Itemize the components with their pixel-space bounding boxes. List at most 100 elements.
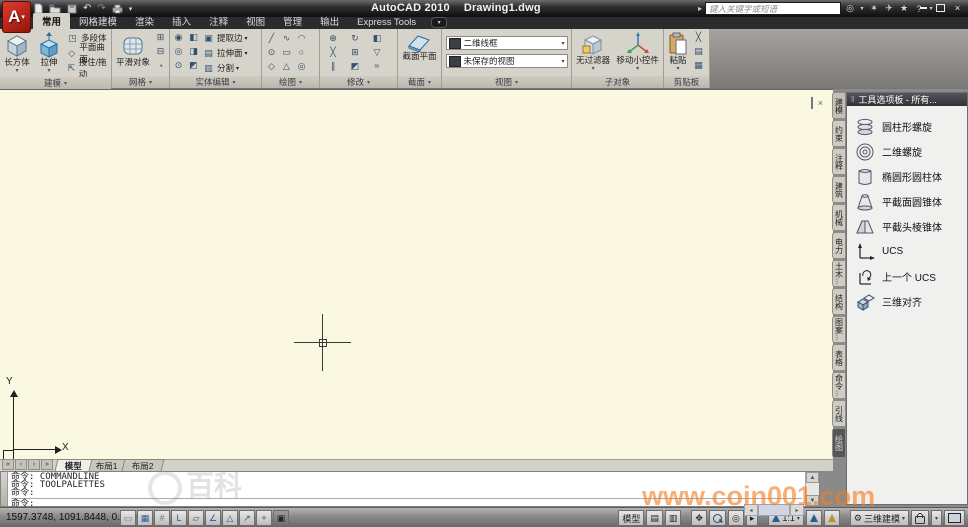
ellipse-tool-icon[interactable]: ○ — [295, 46, 308, 59]
model-space-button[interactable]: 模型 — [618, 510, 644, 526]
tab-insert[interactable]: 插入 — [163, 13, 200, 29]
last-layout-icon[interactable]: » — [41, 459, 53, 470]
palette-tab-leaders[interactable]: 引线 — [832, 400, 845, 427]
named-view-select[interactable]: 未保存的视图 ▾ — [446, 54, 568, 68]
search-input[interactable] — [705, 2, 841, 15]
palette-tab-draw[interactable]: 绘图 — [832, 428, 845, 458]
dynamic-input-toggle[interactable]: ▣ — [273, 510, 289, 526]
hatch-tool-icon[interactable]: △ — [280, 60, 293, 73]
mirror-tool-icon[interactable]: ▽ — [371, 46, 384, 59]
grid-display-toggle[interactable]: # — [154, 510, 170, 526]
tab-model-space[interactable]: 模型 — [55, 459, 93, 471]
qat-customize-icon[interactable]: ▾ — [129, 5, 133, 13]
tab-mesh-modeling[interactable]: 网格建模 — [70, 13, 126, 29]
rectangle-tool-icon[interactable]: ▭ — [280, 46, 293, 59]
zoom-icon[interactable] — [709, 510, 726, 526]
palette-item-pyramid-frustum[interactable]: 平截头棱锥体 — [847, 214, 967, 239]
tab-annotate[interactable]: 注释 — [200, 13, 237, 29]
scrollbar-thumb[interactable] — [758, 504, 790, 516]
tab-layout2[interactable]: 布局2 — [121, 459, 164, 471]
minimize-button[interactable] — [917, 2, 930, 13]
palette-tab-architectural[interactable]: 建筑 — [832, 176, 845, 203]
clean-screen-button[interactable] — [944, 510, 965, 526]
search-expand-icon[interactable]: ▸ — [698, 4, 702, 13]
mesh-refine-icon[interactable]: ⊞ — [154, 31, 167, 44]
paste-button[interactable]: 粘贴▾ — [666, 31, 690, 75]
command-horizontal-scrollbar[interactable]: ◂ ▸ — [744, 504, 804, 514]
palette-tab-mechanical[interactable]: 机械 — [832, 204, 845, 231]
erase-tool-icon[interactable]: ╳ — [327, 46, 340, 59]
panel-label-modify[interactable]: 修改▾ — [320, 76, 397, 88]
palette-item-cone-frustum[interactable]: 平截面圆锥体 — [847, 189, 967, 214]
palette-tab-command[interactable]: 命令... — [832, 372, 845, 399]
paste-special-icon[interactable]: ▦ — [692, 59, 705, 72]
palette-item-2d-spiral[interactable]: 二维螺旋 — [847, 139, 967, 164]
restore-button[interactable] — [934, 2, 947, 13]
3d-object-snap-toggle[interactable]: △ — [222, 510, 238, 526]
subtract-icon[interactable]: ◎ — [172, 45, 185, 58]
smooth-object-button[interactable]: 平滑对象 — [114, 31, 152, 68]
prev-layout-icon[interactable]: ‹ — [15, 459, 27, 470]
mesh-smooth-less-icon[interactable]: ⊟ — [154, 45, 167, 58]
toolbar-lock-icon[interactable] — [911, 510, 929, 526]
cut-icon[interactable]: ╳ — [692, 31, 705, 44]
move-tool-icon[interactable]: ⊕ — [327, 32, 340, 45]
object-snap-tracking-toggle[interactable]: ↗ — [239, 510, 255, 526]
array-tool-icon[interactable]: ◩ — [349, 60, 362, 73]
drawing-area[interactable]: × Y X — [0, 89, 833, 459]
annotation-visibility-icon[interactable] — [806, 510, 822, 526]
palette-tab-constraints[interactable]: 约束 — [832, 120, 845, 147]
extract-edges-button[interactable]: ▣提取边▾ — [202, 31, 248, 45]
slice-icon[interactable]: ◨ — [187, 45, 200, 58]
panel-label-draw[interactable]: 绘图▾ — [262, 76, 319, 88]
fillet-tool-icon[interactable]: ∥ — [327, 60, 340, 73]
palette-tab-civil[interactable]: 土木... — [832, 260, 845, 287]
doc-close-icon[interactable]: × — [818, 98, 823, 108]
favorites-star-icon[interactable]: ★ — [898, 3, 910, 14]
polar-tracking-toggle[interactable]: ▱ — [188, 510, 204, 526]
panel-label-mesh[interactable]: 网格▾ — [112, 76, 169, 88]
palette-tab-hatches[interactable]: 图案... — [832, 316, 845, 343]
extrude-tool-button[interactable]: 拉伸▾ — [34, 31, 64, 77]
communication-center-icon[interactable]: ✈ — [883, 3, 895, 14]
snap-mode-toggle[interactable]: ▦ — [137, 510, 153, 526]
ribbon-minimize-button[interactable]: ▾ — [431, 17, 447, 28]
steering-wheel-icon[interactable]: ◎ — [728, 510, 744, 526]
close-button[interactable]: × — [951, 2, 964, 13]
copy-tool-icon[interactable]: ⊞ — [349, 46, 362, 59]
panel-label-view[interactable]: 视图▾ — [442, 76, 571, 88]
scale-tool-icon[interactable]: ≈ — [371, 60, 384, 73]
tab-output[interactable]: 输出 — [311, 13, 348, 29]
palette-tab-tables[interactable]: 表格 — [832, 344, 845, 371]
save-icon[interactable] — [67, 4, 77, 14]
doc-restore-icon[interactable] — [811, 98, 813, 108]
plot-icon[interactable] — [112, 4, 123, 14]
palette-item-ucs[interactable]: UCS — [847, 239, 967, 264]
scroll-right-icon[interactable]: ▸ — [790, 504, 804, 516]
intersect-icon[interactable]: ⊙ — [172, 59, 185, 72]
application-menu-button[interactable]: A▾ — [2, 1, 31, 33]
point-tool-icon[interactable]: ◎ — [295, 60, 308, 73]
extrude-faces-button[interactable]: ▤拉伸面▾ — [202, 46, 248, 60]
quick-view-drawings-icon[interactable]: ▥ — [665, 510, 682, 526]
quick-view-layouts-icon[interactable]: ▤ — [646, 510, 663, 526]
thicken-icon[interactable]: ◩ — [187, 59, 200, 72]
union-icon[interactable]: ◉ — [172, 31, 185, 44]
scroll-down-icon[interactable]: ▼ — [806, 495, 819, 506]
workspace-switcher[interactable]: ⚙三维建模▾ — [850, 510, 909, 526]
search-binoculars-icon[interactable]: ◎ — [844, 3, 856, 14]
move-gizmo-button[interactable]: 移动小控件▾ — [614, 31, 661, 75]
panel-label-section[interactable]: 截面▾ — [398, 76, 441, 88]
first-layout-icon[interactable]: « — [2, 459, 14, 470]
box-tool-button[interactable]: 长方体▾ — [2, 31, 32, 77]
interfere-icon[interactable]: ◧ — [187, 31, 200, 44]
tab-express-tools[interactable]: Express Tools — [348, 16, 425, 29]
status-menu-icon[interactable]: ▾ — [931, 510, 942, 526]
tab-manage[interactable]: 管理 — [274, 13, 311, 29]
palette-tab-structural[interactable]: 结构 — [832, 288, 845, 315]
palette-item-previous-ucs[interactable]: 上一个 UCS — [847, 264, 967, 289]
line-tool-icon[interactable]: ╱ — [265, 32, 278, 45]
annotation-auto-scale-icon[interactable] — [824, 510, 840, 526]
command-scrollbar[interactable]: ▲ ▼ — [805, 472, 819, 506]
section-plane-button[interactable]: 截面平面 — [400, 31, 438, 62]
